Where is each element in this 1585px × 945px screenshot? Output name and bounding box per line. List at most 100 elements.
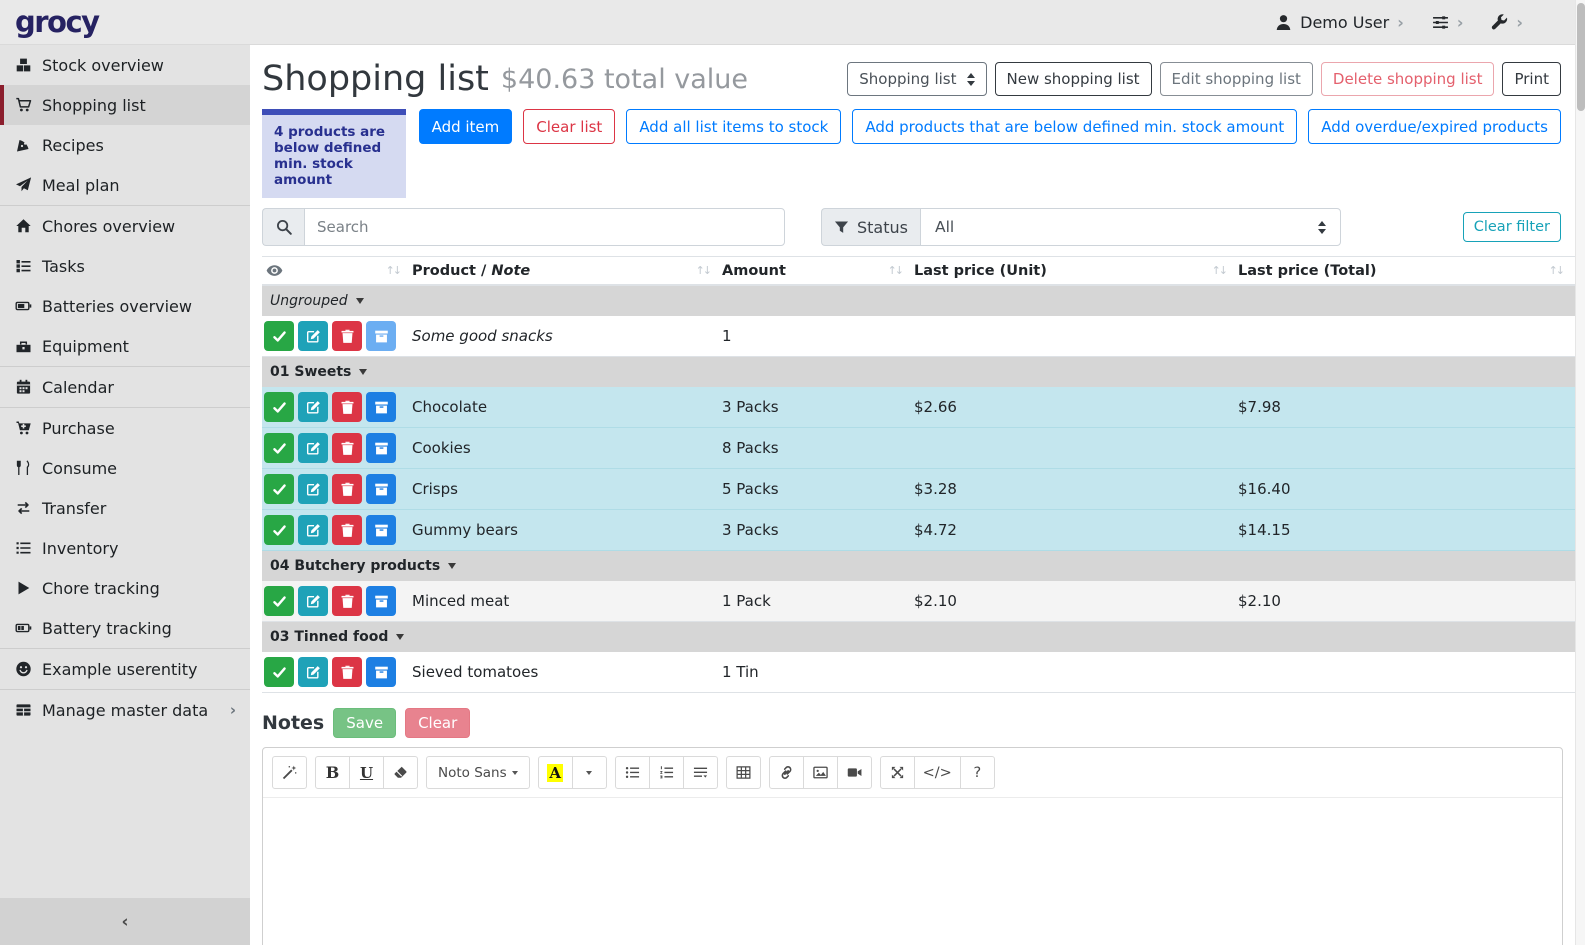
clear-filter-button[interactable]: Clear filter (1463, 212, 1561, 242)
sidebar-item-battery-tracking[interactable]: Battery tracking (0, 608, 250, 648)
add-item-button[interactable]: Add item (419, 109, 513, 144)
mark-done-button[interactable] (264, 321, 294, 351)
shopping-list-select[interactable]: Shopping list (847, 62, 986, 96)
mark-done-button[interactable] (264, 657, 294, 687)
text-color-dropdown-button[interactable] (572, 756, 607, 789)
sidebar-item-calendar[interactable]: Calendar (0, 367, 250, 407)
product-column-header[interactable]: Product / Note ↑↓ (412, 263, 722, 279)
sidebar-item-inventory[interactable]: Inventory (0, 528, 250, 568)
add-to-stock-button[interactable] (366, 321, 396, 351)
sidebar-item-purchase[interactable]: Purchase (0, 408, 250, 448)
status-select[interactable]: All (920, 208, 1341, 246)
magic-style-button[interactable] (272, 756, 307, 789)
underline-button[interactable]: U (349, 756, 384, 789)
admin-menu[interactable]: › (1491, 13, 1523, 32)
sidebar-item-manage-master-data[interactable]: Manage master data › (0, 690, 250, 730)
sidebar-collapse-button[interactable]: ‹ (0, 898, 250, 945)
sidebar-item-stock-overview[interactable]: Stock overview (0, 45, 250, 85)
last-price-total-column-header[interactable]: Last price (Total) ↑↓ (1238, 263, 1575, 279)
insert-video-button[interactable] (837, 756, 872, 789)
group-row-tinned-food[interactable]: 03 Tinned food (262, 622, 1575, 652)
app-logo[interactable]: grocy (15, 5, 99, 39)
insert-link-button[interactable] (769, 756, 804, 789)
clear-format-button[interactable] (383, 756, 418, 789)
help-button[interactable]: ? (960, 756, 995, 789)
mark-done-button[interactable] (264, 586, 294, 616)
font-family-select[interactable]: Noto Sans (426, 756, 530, 789)
search-input[interactable] (304, 208, 785, 246)
sidebar-item-shopping-list[interactable]: Shopping list (0, 85, 250, 125)
mark-done-button[interactable] (264, 474, 294, 504)
mark-done-button[interactable] (264, 515, 294, 545)
new-shopping-list-button[interactable]: New shopping list (995, 62, 1152, 96)
delete-button[interactable] (332, 392, 362, 422)
delete-shopping-list-button[interactable]: Delete shopping list (1321, 62, 1495, 96)
bold-button[interactable]: B (315, 756, 350, 789)
clear-list-button[interactable]: Clear list (523, 109, 615, 144)
sidebar-item-recipes[interactable]: Recipes (0, 125, 250, 165)
notes-edit-area[interactable] (263, 798, 1562, 945)
add-all-to-stock-button[interactable]: Add all list items to stock (626, 109, 841, 144)
delete-button[interactable] (332, 586, 362, 616)
sidebar-item-meal-plan[interactable]: Meal plan (0, 165, 250, 205)
add-to-stock-button[interactable] (366, 392, 396, 422)
edit-button[interactable] (298, 433, 328, 463)
sidebar-item-transfer[interactable]: Transfer (0, 488, 250, 528)
delete-button[interactable] (332, 515, 362, 545)
group-row-sweets[interactable]: 01 Sweets (262, 357, 1575, 387)
sidebar-item-example-userentity[interactable]: Example userentity (0, 649, 250, 689)
group-row-butchery[interactable]: 04 Butchery products (262, 551, 1575, 581)
edit-button[interactable] (298, 321, 328, 351)
add-to-stock-button[interactable] (366, 515, 396, 545)
add-to-stock-button[interactable] (366, 433, 396, 463)
edit-button[interactable] (298, 515, 328, 545)
add-to-stock-button[interactable] (366, 586, 396, 616)
sidebar-item-chore-tracking[interactable]: Chore tracking (0, 568, 250, 608)
add-overdue-button[interactable]: Add overdue/expired products (1308, 109, 1561, 144)
page-scrollbar[interactable] (1575, 0, 1585, 945)
delete-button[interactable] (332, 657, 362, 687)
sidebar-item-equipment[interactable]: Equipment (0, 326, 250, 366)
code-view-button[interactable]: </> (914, 756, 961, 789)
sort-icon[interactable]: ↑↓ (1212, 264, 1226, 277)
amount-column-header[interactable]: Amount ↑↓ (722, 263, 914, 279)
scrollbar-thumb[interactable] (1577, 3, 1585, 111)
delete-button[interactable] (332, 474, 362, 504)
sidebar-item-batteries-overview[interactable]: Batteries overview (0, 286, 250, 326)
add-to-stock-button[interactable] (366, 474, 396, 504)
sort-icon[interactable]: ↑↓ (888, 264, 902, 277)
sidebar-item-chores-overview[interactable]: Chores overview (0, 206, 250, 246)
insert-table-button[interactable] (726, 756, 761, 789)
min-stock-alert[interactable]: 4 products are below defined min. stock … (262, 109, 406, 198)
mark-done-button[interactable] (264, 392, 294, 422)
edit-shopping-list-button[interactable]: Edit shopping list (1160, 62, 1313, 96)
notes-clear-button[interactable]: Clear (405, 708, 470, 738)
sidebar-item-consume[interactable]: Consume (0, 448, 250, 488)
fullscreen-button[interactable] (880, 756, 915, 789)
group-row-ungrouped[interactable]: Ungrouped (262, 286, 1575, 316)
sort-icon[interactable]: ↑↓ (696, 264, 710, 277)
last-price-unit-column-header[interactable]: Last price (Unit) ↑↓ (914, 263, 1238, 279)
sort-icon[interactable]: ↑↓ (1549, 264, 1563, 277)
insert-picture-button[interactable] (803, 756, 838, 789)
sort-icon[interactable]: ↑↓ (386, 264, 400, 277)
ordered-list-button[interactable] (649, 756, 684, 789)
user-menu[interactable]: Demo User › (1275, 13, 1404, 32)
text-color-button[interactable]: A (538, 756, 573, 789)
edit-button[interactable] (298, 474, 328, 504)
print-button[interactable]: Print (1502, 62, 1561, 96)
edit-button[interactable] (298, 392, 328, 422)
notes-save-button[interactable]: Save (333, 708, 396, 738)
unordered-list-button[interactable] (615, 756, 650, 789)
edit-button[interactable] (298, 586, 328, 616)
add-to-stock-button[interactable] (366, 657, 396, 687)
add-below-min-stock-button[interactable]: Add products that are below defined min.… (852, 109, 1297, 144)
delete-button[interactable] (332, 433, 362, 463)
mark-done-button[interactable] (264, 433, 294, 463)
delete-button[interactable] (332, 321, 362, 351)
sidebar-item-tasks[interactable]: Tasks (0, 246, 250, 286)
table-row: Crisps 5 Packs $3.28 $16.40 (262, 469, 1575, 510)
edit-button[interactable] (298, 657, 328, 687)
paragraph-button[interactable] (683, 756, 718, 789)
settings-menu[interactable]: › (1432, 13, 1464, 32)
